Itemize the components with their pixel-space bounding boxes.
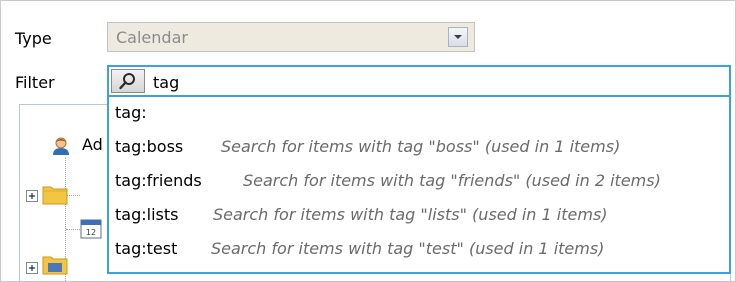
suggestion-description: Search for items with tag "lists" (used … — [213, 205, 608, 224]
tree-guide-line — [66, 229, 80, 230]
suggestion-item[interactable]: tag:friends Search for items with tag "f… — [109, 168, 729, 200]
calendar-icon: 12 — [80, 217, 102, 243]
filter-search-box[interactable] — [107, 65, 731, 97]
folder-icon — [42, 183, 68, 209]
suggestion-item[interactable]: tag: — [109, 100, 729, 132]
suggestion-tag: tag:test — [115, 239, 178, 258]
suggestion-tag: tag: — [115, 103, 147, 122]
filter-label: Filter — [15, 73, 55, 92]
suggestion-tag: tag:lists — [115, 205, 179, 224]
expand-plus-icon[interactable] — [26, 187, 38, 202]
tree-guide-line — [66, 195, 80, 196]
suggestion-item[interactable]: tag:boss Search for items with tag "boss… — [109, 134, 729, 166]
suggestion-description: Search for items with tag "friends" (use… — [243, 171, 661, 190]
filter-input[interactable] — [153, 70, 713, 94]
expand-plus-icon[interactable] — [26, 259, 38, 274]
suggestion-tag: tag:friends — [115, 171, 202, 190]
suggestion-tag: tag:boss — [115, 137, 184, 156]
search-icon[interactable] — [111, 69, 145, 93]
folder-icon — [42, 253, 68, 279]
type-select-value: Calendar — [116, 28, 188, 47]
tag-filter-dialog: Type Calendar Filter Ad 12 tag tag: tag:… — [0, 0, 736, 282]
suggestion-item[interactable]: tag:test Search for items with tag "test… — [109, 236, 729, 268]
svg-text:12: 12 — [86, 228, 96, 237]
suggestion-item[interactable]: tag:lists Search for items with tag "lis… — [109, 202, 729, 234]
type-label: Type — [15, 29, 52, 48]
suggestion-description: Search for items with tag "boss" (used i… — [221, 137, 621, 156]
tree-node-label[interactable]: Ad — [82, 135, 103, 154]
suggestion-description: Search for items with tag "test" (used i… — [211, 239, 605, 258]
chevron-down-icon[interactable] — [448, 27, 468, 47]
type-select[interactable]: Calendar — [107, 22, 475, 52]
user-icon — [50, 135, 72, 161]
tag-suggestion-dropdown: tag: tag:boss Search for items with tag … — [107, 97, 731, 274]
